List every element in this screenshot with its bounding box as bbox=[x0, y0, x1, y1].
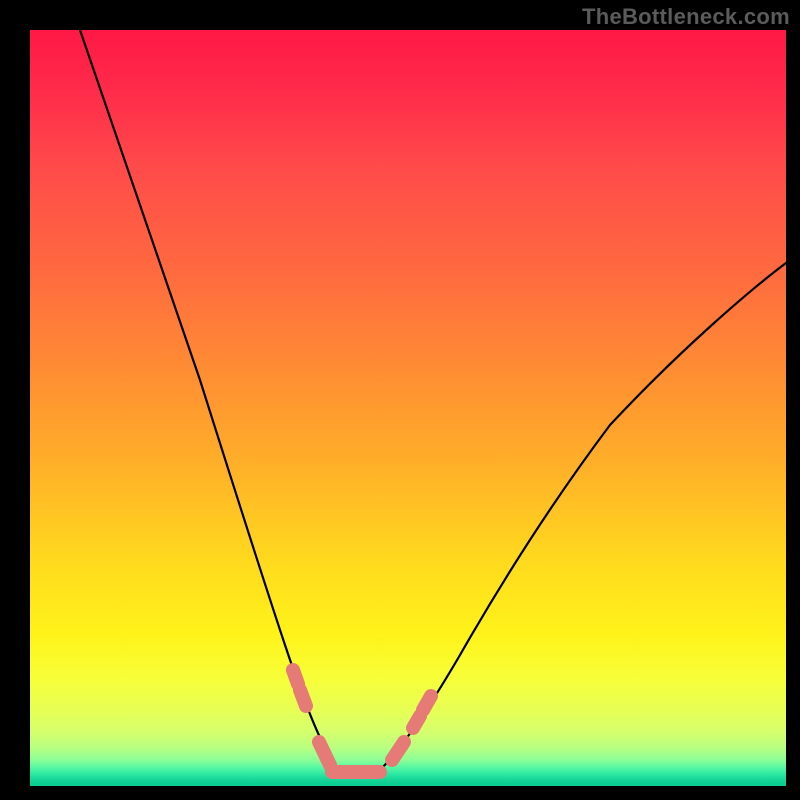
highlight-right-lower bbox=[392, 742, 404, 760]
curve-layer-svg bbox=[30, 30, 786, 786]
highlight-right-upper-a bbox=[413, 716, 420, 728]
chart-stage: TheBottleneck.com bbox=[0, 0, 800, 800]
highlight-right-upper-b bbox=[423, 696, 431, 710]
highlight-left-upper-b bbox=[300, 690, 306, 706]
plot-area bbox=[30, 30, 786, 786]
bottleneck-curve bbox=[80, 30, 786, 776]
highlight-left-lower bbox=[319, 742, 330, 765]
highlight-left-upper-a bbox=[293, 670, 298, 684]
watermark-text: TheBottleneck.com bbox=[582, 4, 790, 30]
